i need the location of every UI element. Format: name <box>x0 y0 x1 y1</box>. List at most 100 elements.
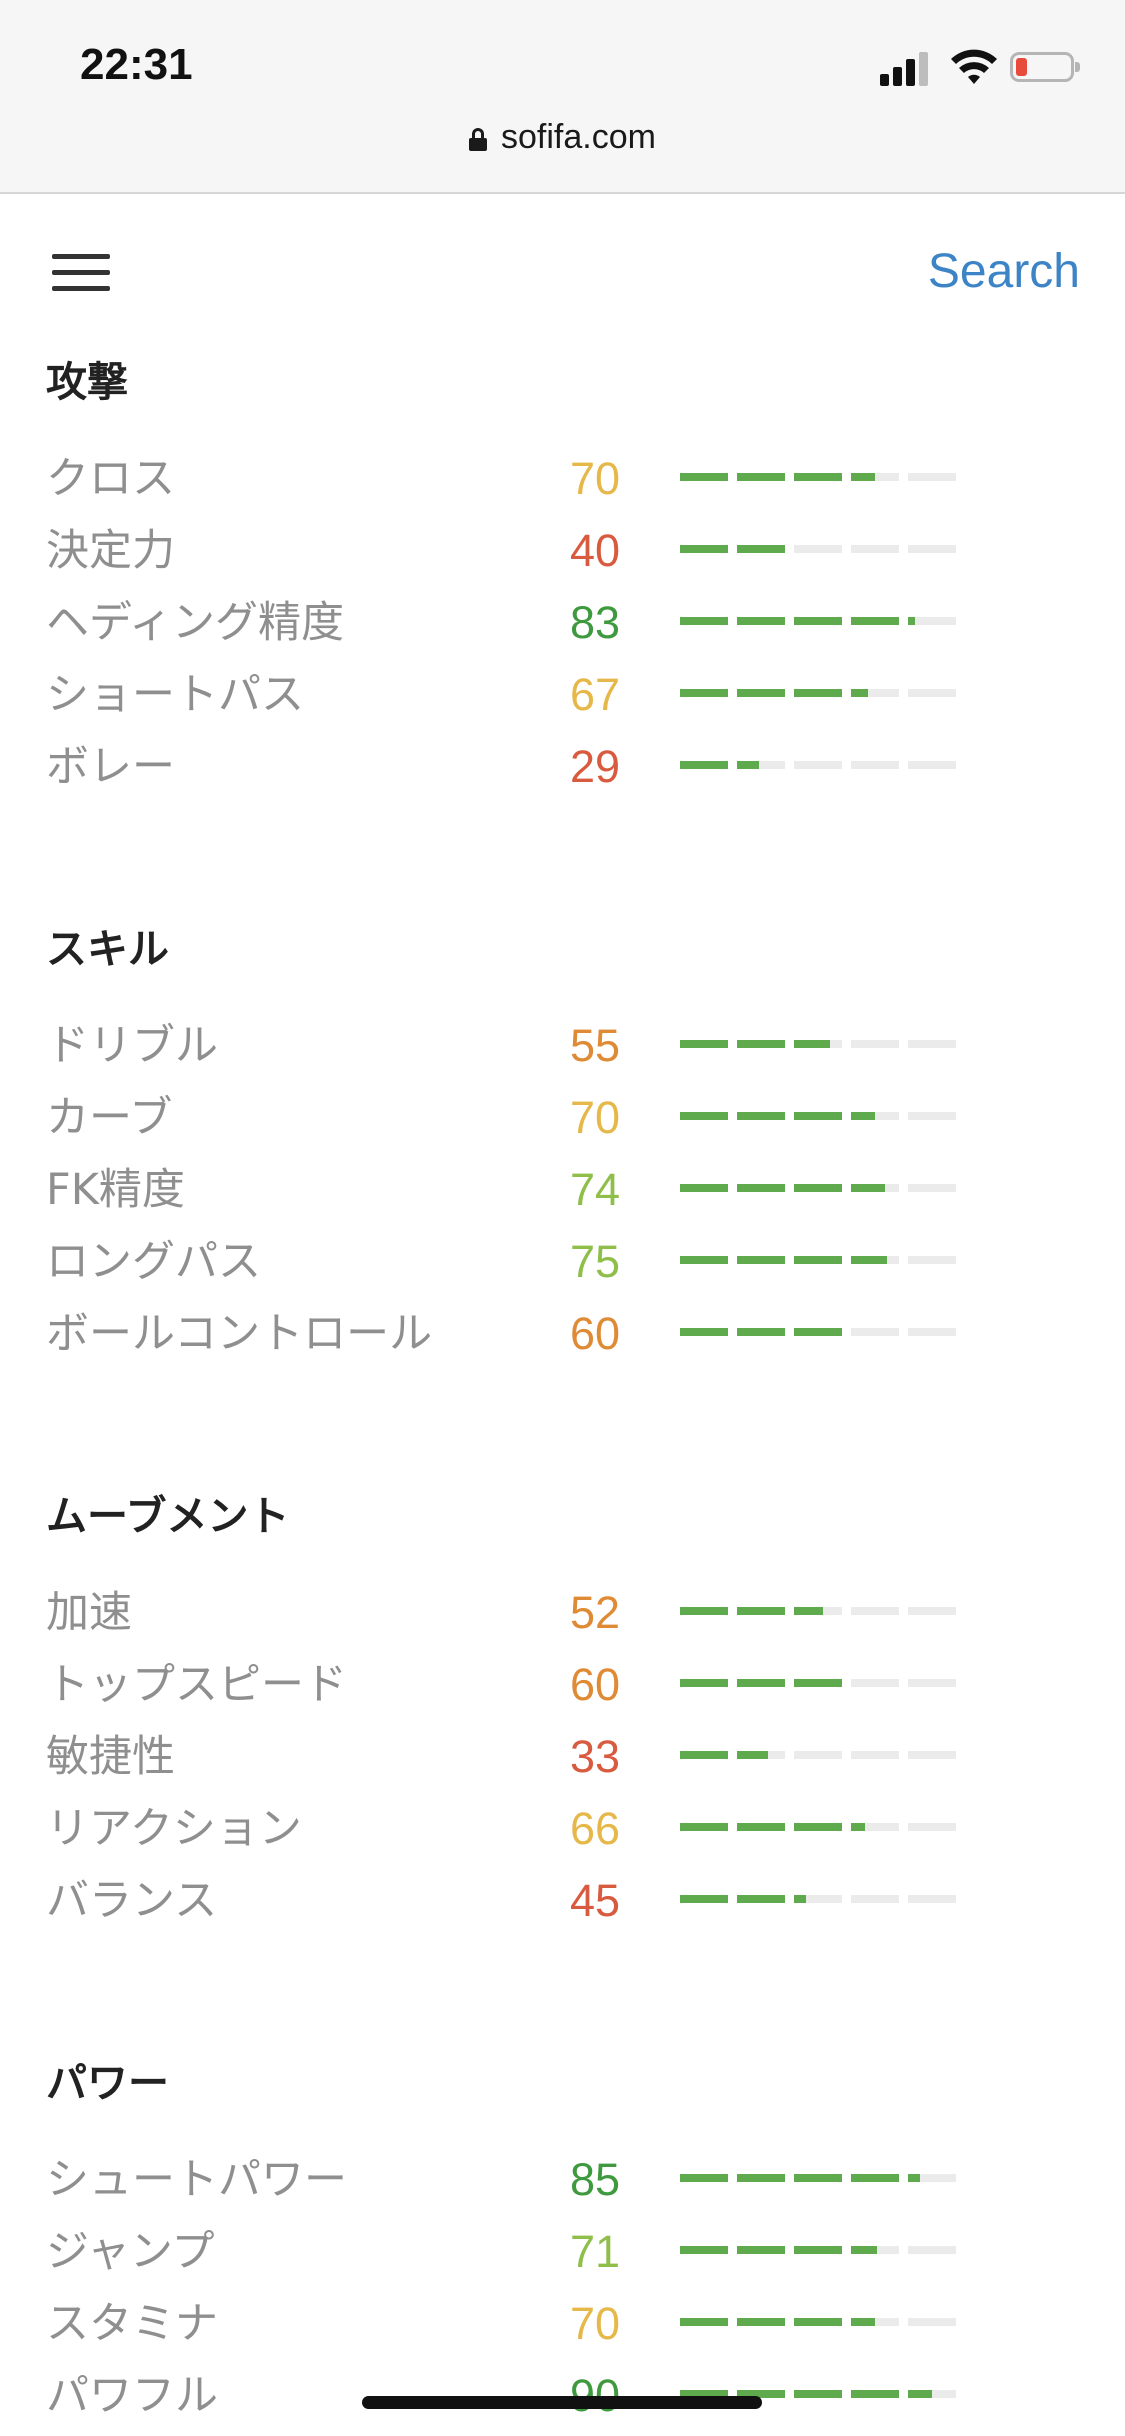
bar-fill <box>794 2390 842 2398</box>
bar-segment <box>680 473 728 481</box>
attribute-value: 74 <box>570 1164 621 1215</box>
attribute-bar <box>680 2318 958 2326</box>
bar-segment <box>794 1679 842 1687</box>
bar-fill <box>794 2174 842 2182</box>
bar-fill <box>737 2246 785 2254</box>
bar-fill <box>851 2246 878 2254</box>
attribute-row: クロス 70 <box>0 443 1125 515</box>
attribute-label: 敏捷性 <box>46 1732 175 1782</box>
bar-segment <box>908 1112 956 1120</box>
bar-segment <box>737 2246 785 2254</box>
bar-fill <box>680 1751 728 1759</box>
bar-fill <box>851 1256 887 1264</box>
attribute-value: 85 <box>570 2154 621 2205</box>
attribute-row: 決定力 40 <box>0 515 1125 587</box>
attribute-label: ドリブル <box>46 1021 218 1071</box>
bar-fill <box>680 689 728 697</box>
attribute-row: 敏捷性 33 <box>0 1721 1125 1793</box>
home-indicator <box>362 2396 762 2409</box>
bar-segment <box>680 689 728 697</box>
bar-fill <box>737 761 759 769</box>
bar-segment <box>908 1184 956 1192</box>
attribute-value: 29 <box>570 741 621 792</box>
attribute-row: バランス 45 <box>0 1865 1125 1937</box>
status-bar: 22:31 sofifa.com <box>0 0 1125 194</box>
bar-segment <box>794 1040 842 1048</box>
address-bar[interactable]: sofifa.com <box>0 118 1125 157</box>
bar-fill <box>680 617 728 625</box>
hamburger-icon[interactable] <box>52 254 110 292</box>
bar-fill <box>680 761 728 769</box>
bar-fill <box>794 1679 842 1687</box>
bar-fill <box>680 2174 728 2182</box>
attribute-label: FK精度 <box>46 1165 185 1215</box>
attribute-bar <box>680 2246 958 2254</box>
bar-segment <box>737 1112 785 1120</box>
bar-segment <box>851 473 899 481</box>
bar-segment <box>908 689 956 697</box>
bar-segment <box>737 545 785 553</box>
attribute-value: 55 <box>570 1020 621 1071</box>
bar-segment <box>794 2390 842 2398</box>
bar-fill <box>794 689 842 697</box>
attribute-value: 40 <box>570 525 621 576</box>
bar-fill <box>851 2390 899 2398</box>
attribute-row: リアクション 66 <box>0 1793 1125 1865</box>
bar-segment <box>794 1112 842 1120</box>
bar-segment <box>680 2174 728 2182</box>
attribute-row: スタミナ 70 <box>0 2288 1125 2360</box>
attribute-label: ロングパス <box>46 1237 261 1287</box>
bar-fill <box>737 617 785 625</box>
bar-segment <box>908 545 956 553</box>
bar-segment <box>680 1751 728 1759</box>
attribute-bar <box>680 2174 958 2182</box>
bar-segment <box>851 1040 899 1048</box>
attribute-label: ジャンプ <box>46 2227 215 2277</box>
bar-fill <box>794 1184 842 1192</box>
bar-segment <box>737 1040 785 1048</box>
bar-fill <box>737 2318 785 2326</box>
bar-fill <box>737 1040 785 1048</box>
attribute-value: 60 <box>570 1659 621 1710</box>
bar-segment <box>851 1607 899 1615</box>
attribute-value: 75 <box>570 1236 621 1287</box>
wifi-icon <box>951 49 997 84</box>
attribute-value: 70 <box>570 1092 621 1143</box>
bar-fill <box>737 1895 785 1903</box>
search-link[interactable]: Search <box>928 244 1080 299</box>
bar-segment <box>851 2246 899 2254</box>
bar-fill <box>737 1751 769 1759</box>
bar-segment <box>794 1895 842 1903</box>
attribute-bar <box>680 1040 958 1048</box>
attribute-row: ドリブル 55 <box>0 1010 1125 1082</box>
attribute-value: 83 <box>570 597 621 648</box>
attribute-value: 33 <box>570 1731 621 1782</box>
bar-segment <box>680 2246 728 2254</box>
attribute-bar <box>680 1751 958 1759</box>
bar-segment <box>737 2318 785 2326</box>
url-text: sofifa.com <box>501 118 656 156</box>
attribute-row: FK精度 74 <box>0 1154 1125 1226</box>
bar-segment <box>737 2174 785 2182</box>
bar-fill <box>851 617 899 625</box>
bar-segment <box>680 2318 728 2326</box>
attribute-value: 45 <box>570 1875 621 1926</box>
attribute-value: 71 <box>570 2226 621 2277</box>
attribute-value: 60 <box>570 1308 621 1359</box>
attribute-label: カーブ <box>46 1093 173 1143</box>
bar-segment <box>908 1040 956 1048</box>
bar-segment <box>794 2318 842 2326</box>
attribute-bar <box>680 1328 958 1336</box>
bar-fill <box>680 2318 728 2326</box>
section-title: スキル <box>46 925 169 973</box>
bar-segment <box>737 1751 785 1759</box>
bar-fill <box>794 617 842 625</box>
bar-segment <box>908 2390 956 2398</box>
bar-segment <box>737 1679 785 1687</box>
bar-segment <box>794 1328 842 1336</box>
attribute-value: 70 <box>570 2298 621 2349</box>
bar-segment <box>680 545 728 553</box>
attribute-bar <box>680 761 958 769</box>
attribute-value: 66 <box>570 1803 621 1854</box>
bar-segment <box>851 1256 899 1264</box>
